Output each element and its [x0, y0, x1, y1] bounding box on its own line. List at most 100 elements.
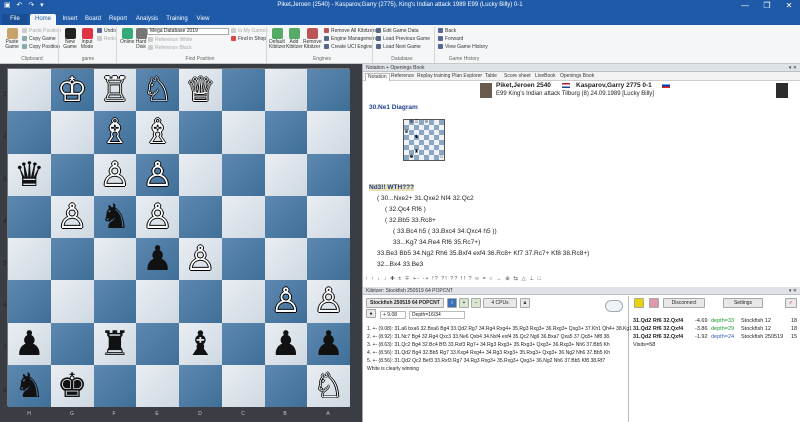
view-game-history-button[interactable]: View Game History — [438, 44, 488, 50]
zoom-in-icon[interactable]: + — [459, 298, 469, 308]
result-move[interactable]: 31.Qd2 Rf6 32.Qxf4 — [633, 326, 683, 332]
tab-board[interactable]: Board — [82, 14, 104, 25]
settings-button[interactable]: Settings — [723, 298, 763, 308]
annotation-symbol-bar[interactable]: ↑ ↑ ↓ ↓ ✚ ± ∓ +- -+ !? ?! ?? !! ? ∞ = ○ … — [365, 276, 799, 285]
disconnect-button[interactable]: Disconnect — [663, 298, 705, 308]
black-pawn-piece[interactable]: ♟ — [8, 323, 51, 365]
variation-line[interactable]: ( 32.Qc4 Rf6 ) — [385, 206, 426, 213]
analysis-line[interactable]: 4. +- (8.56): 31.Qd2 Bg4 32.Bb5 Rg7 33.K… — [367, 350, 610, 356]
analysis-line[interactable]: 1. +- (9.08): 31.a6 bxa6 32.Bxa6 Bg4 33.… — [367, 326, 632, 332]
forward-button[interactable]: Forward — [438, 36, 463, 42]
black-pawn-piece[interactable]: ♟ — [136, 238, 179, 280]
tab-report[interactable]: Report — [105, 14, 131, 25]
tab-training[interactable]: Training — [163, 14, 191, 25]
variation-line[interactable]: ( 30...Nxe2+ 31.Qxe2 Nf4 32.Qc2 — [377, 195, 474, 202]
panel-close-icon[interactable]: ▾ ✕ — [789, 287, 797, 295]
tab-reference[interactable]: Reference — [391, 73, 414, 80]
white-pawn-piece[interactable]: ♙ — [51, 196, 94, 238]
variation-line[interactable]: ( 32.Bb5 33.Rc8+ — [385, 217, 436, 224]
engine-select[interactable]: Stockfish 250519 64 POPCNT — [366, 298, 444, 308]
black-pawn-piece[interactable]: ♟ — [265, 323, 308, 365]
board-square[interactable] — [179, 153, 222, 196]
analysis-line[interactable]: 5. +- (8.56): 31.Qd2 Qc2 Bef3 33.Rxf3 Rg… — [367, 358, 605, 364]
board-square[interactable] — [50, 153, 94, 196]
connect-icon[interactable] — [649, 298, 659, 308]
close-button[interactable]: ✕ — [778, 0, 800, 12]
tab-view[interactable]: View — [192, 14, 214, 25]
tab-score-sheet[interactable]: Score sheet — [504, 73, 531, 80]
engine-toggle-icon[interactable]: ● — [366, 309, 376, 318]
white-knight-piece[interactable]: ♘ — [136, 69, 179, 111]
remove-kibitzer-button[interactable]: Remove Kibitzer — [303, 28, 322, 50]
maximize-button[interactable]: ❐ — [756, 0, 778, 12]
board-square[interactable] — [264, 111, 308, 154]
copy-position-button[interactable]: Copy Position — [22, 44, 60, 50]
board-square[interactable] — [221, 238, 265, 281]
zoom-out-icon[interactable]: − — [471, 298, 481, 308]
result-move[interactable]: 31.Qd2 Rf6 32.Qxf4 — [633, 334, 683, 340]
board-square[interactable] — [264, 238, 308, 281]
paste-position-button[interactable]: Paste Position — [22, 28, 61, 34]
board-square[interactable] — [221, 153, 265, 196]
board-square[interactable] — [221, 364, 265, 407]
variation-line[interactable]: 32...Bx4 33.Be3 — [377, 261, 423, 268]
white-knight-piece[interactable]: ♘ — [307, 365, 350, 407]
tab-home[interactable]: Home — [30, 14, 56, 25]
in-my-games-button[interactable]: In My Games — [231, 28, 268, 34]
white-pawn-piece[interactable]: ♙ — [136, 154, 179, 196]
board-square[interactable] — [8, 69, 51, 112]
board-square[interactable] — [93, 238, 137, 281]
tab-file[interactable]: File — [2, 14, 28, 25]
tab-table[interactable]: Table — [485, 73, 497, 80]
undo-button[interactable]: Undo — [97, 28, 116, 34]
variation-line[interactable]: 33.Be3 Bb5 34.Ng2 Rh6 35.Bxf4 exf4 36.Rc… — [377, 250, 589, 257]
remove-all-kibitzers-button[interactable]: Remove All Kibitzers — [324, 28, 377, 34]
load-previous-game-button[interactable]: Load Previous Game — [376, 36, 430, 42]
board-square[interactable] — [221, 69, 265, 112]
back-button[interactable]: Back — [438, 28, 456, 34]
white-bishop-piece[interactable]: ♗ — [136, 111, 179, 153]
white-pawn-piece[interactable]: ♙ — [94, 154, 137, 196]
tab-insert[interactable]: Insert — [58, 14, 82, 25]
copy-game-button[interactable]: Copy Game — [22, 36, 56, 42]
board-square[interactable] — [136, 280, 179, 323]
database-select[interactable]: Mega Database 2019 — [147, 28, 229, 35]
white-pawn-piece[interactable]: ♙ — [307, 280, 350, 322]
tab-livebook[interactable]: LiveBook — [535, 73, 556, 80]
analysis-line[interactable]: 2. +- (8.92): 31.Nc7 Bg4 32.Rg4 Qxc3 33.… — [367, 334, 610, 340]
board-square[interactable] — [221, 111, 265, 154]
board-square[interactable] — [8, 195, 51, 238]
tab-replay-training[interactable]: Replay training — [417, 73, 450, 80]
board-square[interactable] — [221, 280, 265, 323]
board-square[interactable] — [307, 153, 350, 196]
board-square[interactable] — [93, 364, 137, 407]
board-square[interactable] — [307, 238, 350, 281]
reference-black-button[interactable]: Reference Black — [148, 45, 192, 51]
engine-management-button[interactable]: Engine Management — [324, 36, 377, 42]
variation-line[interactable]: 33...Kg7 34.Re4 Rf6 35.Rc7+) — [393, 239, 480, 246]
board-square[interactable] — [264, 69, 308, 112]
engine-info-icon[interactable]: i — [447, 298, 457, 308]
black-queen-piece[interactable]: ♛ — [8, 154, 51, 196]
board-square[interactable] — [264, 364, 308, 407]
board-square[interactable] — [8, 238, 51, 281]
board-square[interactable] — [50, 280, 94, 323]
board-square[interactable] — [179, 111, 222, 154]
analysis-line[interactable]: 3. +- (8.63): 31.Qc2 Bg4 32.Bc4 Bf3 33.R… — [367, 342, 610, 348]
new-game-button[interactable]: New Game — [62, 28, 78, 50]
tab-notation[interactable]: Notation — [365, 73, 390, 81]
variation-line[interactable]: ( 33.Bc4 h5 ( 33.Bxc4 34.Qxc4 h5 )) — [393, 228, 497, 235]
white-king-piece[interactable]: ♔ — [51, 69, 94, 111]
add-kibitzer-button[interactable]: Add Kibitzer — [286, 28, 303, 50]
board-square[interactable] — [8, 111, 51, 154]
input-mode-button[interactable]: Input Mode — [79, 28, 95, 50]
tab-analysis[interactable]: Analysis — [132, 14, 162, 25]
board-square[interactable] — [136, 322, 179, 365]
board-square[interactable] — [50, 238, 94, 281]
board-square[interactable] — [179, 364, 222, 407]
board-square[interactable] — [307, 69, 350, 112]
default-kibitzer-button[interactable]: Default Kibitzer — [269, 28, 286, 50]
board-square[interactable] — [179, 280, 222, 323]
board-square[interactable] — [50, 322, 94, 365]
result-move[interactable]: 31.Qd2 Rf6 32.Qxf4 — [633, 318, 683, 324]
